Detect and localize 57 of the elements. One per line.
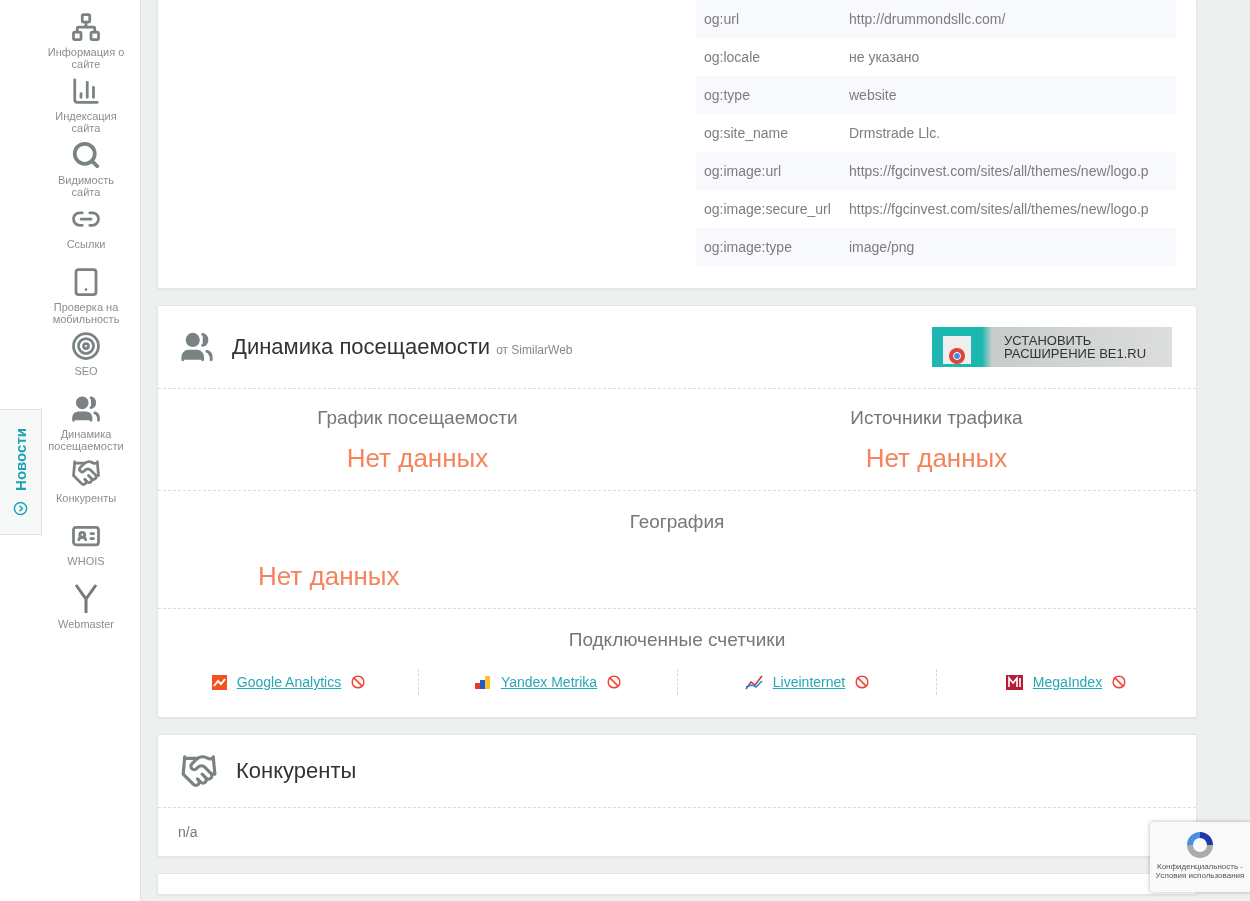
table-cell-text: https://fgcinvest.com/sites/all/themes/new/logo.p (848, 163, 1150, 179)
table-cell-text: og:locale (703, 49, 762, 65)
block-title: Подключенные счетчики (568, 629, 786, 651)
sidebar-item[interactable]: Индексация сайта (46, 76, 126, 134)
chart-tile-icon (211, 674, 227, 690)
counter-link[interactable]: Liveinternet (772, 674, 846, 690)
no-data-text: Нет данных (258, 561, 401, 592)
block-title: График посещаемости (317, 407, 518, 429)
table-cell-text: Drmstrade Llc. (848, 125, 942, 141)
no-data-text: Нет данных (865, 443, 1008, 474)
sidebar-item[interactable]: Динамика посещаемости (46, 394, 126, 452)
section-title: Динамика посещаемости от SimilarWeb (232, 334, 573, 360)
table-cell-text: http://drummondsllc.com/ (848, 11, 1007, 27)
block-title: География (629, 511, 725, 533)
block-title: Источники трафика (850, 407, 1023, 429)
target-icon (71, 331, 101, 361)
bar-chart-icon (474, 675, 491, 689)
users-icon (71, 394, 101, 424)
sidebar-item[interactable]: Webmaster (46, 584, 126, 641)
table-cell-text: og:image:secure_url (703, 201, 832, 217)
mi-logo-icon (1005, 674, 1023, 690)
table-cell-text: не указано (848, 49, 921, 65)
table-cell-text: og:image:type (703, 239, 793, 255)
table-cell-text: og:url (703, 11, 741, 27)
sidebar-item[interactable]: Информация о сайте (46, 12, 126, 70)
table-cell-text: og:type (703, 87, 751, 103)
sidebar-item[interactable]: Видимость сайта (46, 140, 126, 198)
sidebar-item[interactable]: Проверка на мобильность (46, 267, 126, 325)
line-chart-icon (744, 674, 763, 690)
sidebar-item[interactable]: Конкуренты (46, 458, 126, 515)
table-cell-text: https://fgcinvest.com/sites/all/themes/new/logo.p (848, 201, 1150, 217)
sitemap-icon (71, 12, 101, 42)
table-cell-text: og:image:url (703, 163, 783, 179)
counter-link[interactable]: Yandex Metrika (500, 674, 598, 690)
table-cell-text: image/png (848, 239, 916, 255)
news-tab[interactable]: Новости (0, 409, 42, 535)
counter-link[interactable]: Google Analytics (236, 674, 342, 690)
sidebar-item[interactable]: WHOIS (46, 521, 126, 578)
bar-chart-icon (71, 76, 101, 106)
chevron-circle-icon (13, 500, 28, 516)
recaptcha-badge[interactable]: Конфиденциальность - Условия использования (1150, 822, 1250, 892)
recaptcha-terms: Конфиденциальность - Условия использования (1154, 862, 1246, 880)
no-data-text: Нет данных (346, 443, 489, 474)
handshake-icon (180, 752, 218, 790)
section-title: Конкуренты (236, 758, 357, 784)
competitors-value: n/a (177, 823, 199, 842)
table-cell-text: website (848, 87, 898, 103)
users-icon (180, 330, 214, 364)
search-icon (71, 140, 101, 170)
y-logo-icon (74, 584, 98, 614)
sidebar-item[interactable]: SEO (46, 331, 126, 388)
handshake-icon (71, 458, 101, 488)
extension-banner[interactable]: УСТАНОВИТЬ РАСШИРЕНИЕ BE1.RU (932, 327, 1172, 367)
counter-link[interactable]: MegaIndex (1032, 674, 1103, 690)
news-label: Новости (12, 428, 29, 491)
table-cell-text: og:site_name (703, 125, 790, 141)
sidebar-item[interactable]: Ссылки (46, 204, 126, 261)
